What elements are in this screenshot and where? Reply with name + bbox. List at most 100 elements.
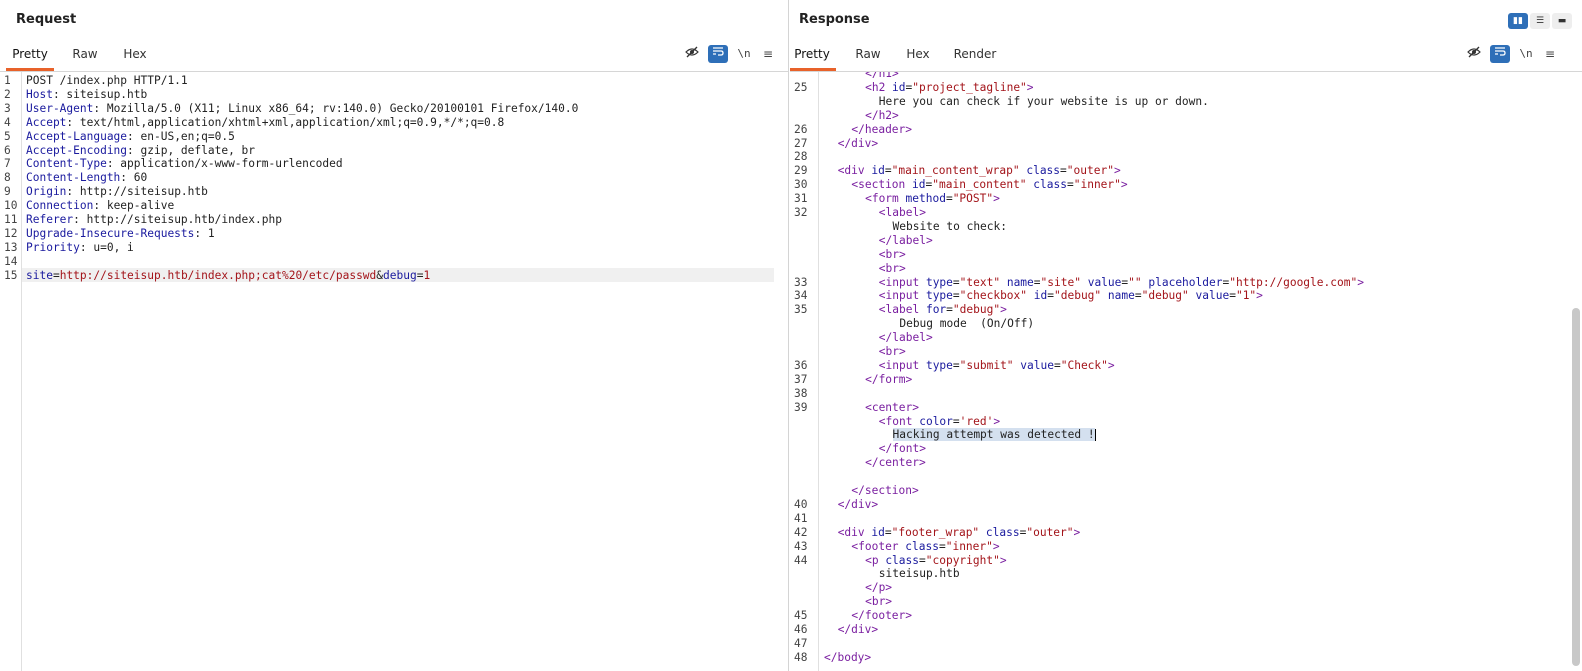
code-token: "debug" (952, 303, 1001, 317)
line-number: 32 (794, 206, 808, 219)
wrap-lines-icon[interactable] (708, 45, 728, 63)
code-token: : u=0, i (79, 240, 134, 254)
code-token: "inner" (945, 539, 993, 553)
code-token: <section (851, 178, 913, 192)
code-token: > (999, 553, 1007, 567)
code-line: </center> (865, 456, 926, 470)
line-number: 33 (794, 275, 808, 289)
code-line: <div id="main_content_wrap" class="outer… (838, 164, 1121, 178)
hamburger-menu-icon[interactable]: ≡ (758, 45, 778, 63)
wrap-lines-icon[interactable] (1490, 45, 1510, 63)
code-token: : gzip, deflate, br (127, 143, 256, 157)
code-token: </footer> (851, 609, 913, 623)
code-token: "Check" (1060, 358, 1108, 372)
code-line: Connection: keep-alive (26, 199, 174, 213)
newline-toggle-icon[interactable]: \n (734, 45, 754, 63)
tab-pretty[interactable]: Pretty (6, 38, 54, 71)
single-pane-icon[interactable]: ▬ (1552, 13, 1572, 29)
code-token: > (1256, 289, 1263, 303)
code-token: </body> (824, 650, 872, 664)
code-line: Host: siteisup.htb (26, 88, 147, 102)
line-number: 29 (794, 164, 808, 178)
line-number (790, 567, 794, 581)
code-token: = (1229, 289, 1236, 303)
line-number: 9 (4, 185, 11, 199)
line-number: 28 (794, 150, 808, 164)
code-line: <br> (879, 248, 906, 262)
code-token: = (1053, 358, 1061, 372)
line-number: 5 (4, 129, 11, 143)
code-token: "copyright" (925, 553, 1000, 567)
code-line: </div> (838, 623, 878, 637)
code-token: : 1 (194, 226, 215, 240)
code-token: = (884, 164, 892, 178)
eye-slash-icon[interactable] (682, 45, 702, 63)
code-line: </div> (838, 137, 878, 151)
code-token: = (938, 539, 946, 553)
code-line: Referer: http://siteisup.htb/index.php (26, 213, 282, 227)
code-line: <form method="POST"> (865, 192, 1000, 206)
request-editor[interactable]: 1 POST /index.php HTTP/1.1 2 Host: siteisup… (0, 72, 788, 671)
line-number: 42 (794, 525, 808, 539)
code-token: value (1195, 289, 1230, 303)
code-token: </div> (837, 136, 879, 150)
code-token: Content-Type (26, 157, 107, 171)
eye-slash-icon[interactable] (1464, 45, 1484, 63)
code-token: : keep-alive (93, 199, 175, 213)
code-token: value (1020, 358, 1054, 372)
code-token: "http://google.com" (1229, 275, 1358, 289)
response-editor[interactable]: </h1> 25 <h2 id="project_tagline"> Here you… (790, 72, 1582, 671)
line-number: 27 (794, 136, 808, 150)
line-number: 43 (794, 539, 808, 553)
code-token: <p (865, 553, 886, 567)
code-token: "checkbox" (959, 289, 1028, 303)
request-tabs: Pretty Raw Hex \n ≡ (0, 38, 788, 72)
code-line: <footer class="inner"> (851, 540, 999, 554)
code-token: type (925, 275, 953, 289)
code-token: "debug" (1141, 289, 1189, 303)
line-number: 46 (794, 623, 808, 636)
tab-hex[interactable]: Hex (898, 38, 938, 70)
line-number (790, 262, 794, 276)
line-number: 39 (794, 400, 808, 414)
code-token: siteisup.htb (878, 567, 960, 581)
code-line: <br> (865, 595, 892, 609)
code-line: <input type="submit" value="Check"> (879, 359, 1115, 373)
line-number: 13 (4, 240, 18, 254)
line-number (790, 248, 794, 262)
code-token: > (1120, 178, 1128, 192)
tab-pretty[interactable]: Pretty (790, 38, 836, 71)
response-tabs: Pretty Raw Hex Render \n ≡ (790, 38, 1582, 72)
code-token: value (1087, 275, 1122, 289)
tab-hex[interactable]: Hex (115, 38, 155, 70)
tab-raw[interactable]: Raw (64, 38, 106, 70)
tab-raw[interactable]: Raw (847, 38, 889, 70)
hamburger-menu-icon[interactable]: ≡ (1540, 45, 1560, 63)
split-vertical-icon[interactable]: ☰ (1530, 13, 1550, 29)
code-line: </form> (865, 373, 912, 387)
response-scrollbar[interactable] (1572, 308, 1580, 666)
line-number: 12 (4, 226, 18, 240)
line-number: 40 (794, 497, 808, 511)
split-horizontal-icon[interactable]: ▮▮ (1508, 13, 1528, 29)
code-token: > (1107, 358, 1115, 372)
code-token: > (993, 414, 1001, 428)
code-token: <div (837, 525, 872, 539)
tab-render[interactable]: Render (950, 38, 1000, 70)
newline-toggle-icon[interactable]: \n (1516, 45, 1536, 63)
code-token: = (1033, 275, 1041, 289)
code-token: class (1026, 164, 1061, 178)
line-number (790, 470, 794, 484)
code-token: Origin (26, 185, 67, 199)
code-token: http://siteisup.htb/index.php;cat%20/etc… (59, 268, 377, 282)
code-token: = (1047, 289, 1054, 303)
code-token: placeholder (1148, 275, 1223, 289)
code-token: </h1> (865, 72, 899, 80)
code-token: "POST" (952, 192, 994, 206)
code-token: </p> (865, 581, 893, 595)
code-line: <p class="copyright"> (865, 554, 1007, 568)
